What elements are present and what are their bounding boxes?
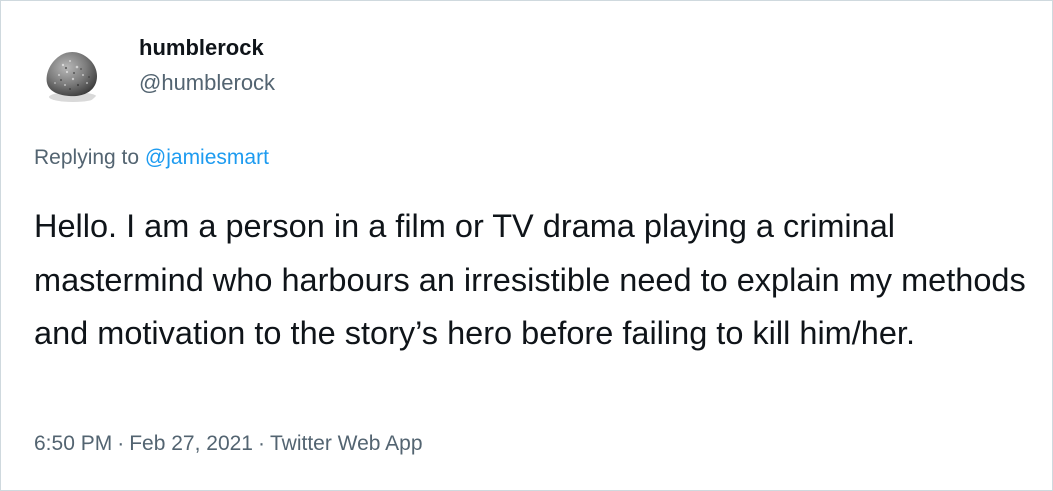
replying-to-line: Replying to @jamiesmart xyxy=(34,145,269,171)
meta-separator: · xyxy=(117,432,125,455)
author-names: humblerock @humblerock xyxy=(139,35,275,96)
author-handle[interactable]: @humblerock xyxy=(139,70,275,96)
tweet-time-link[interactable]: 6:50 PM xyxy=(34,432,112,455)
meta-separator: · xyxy=(257,432,265,455)
avatar[interactable] xyxy=(37,39,105,107)
tweet-date-link[interactable]: Feb 27, 2021 xyxy=(129,432,253,455)
tweet-source-link[interactable]: Twitter Web App xyxy=(270,432,423,455)
reply-to-mention-link[interactable]: @jamiesmart xyxy=(145,146,269,169)
replying-to-label: Replying to xyxy=(34,146,140,169)
tweet-header: humblerock @humblerock xyxy=(37,35,637,115)
tweet-text: Hello. I am a person in a film or TV dra… xyxy=(34,208,1026,351)
tweet-card: humblerock @humblerock Replying to @jami… xyxy=(0,0,1053,491)
tweet-meta: 6:50 PM · Feb 27, 2021 · Twitter Web App xyxy=(34,431,423,457)
author-display-name[interactable]: humblerock xyxy=(139,35,275,61)
rock-avatar-icon xyxy=(46,51,97,102)
